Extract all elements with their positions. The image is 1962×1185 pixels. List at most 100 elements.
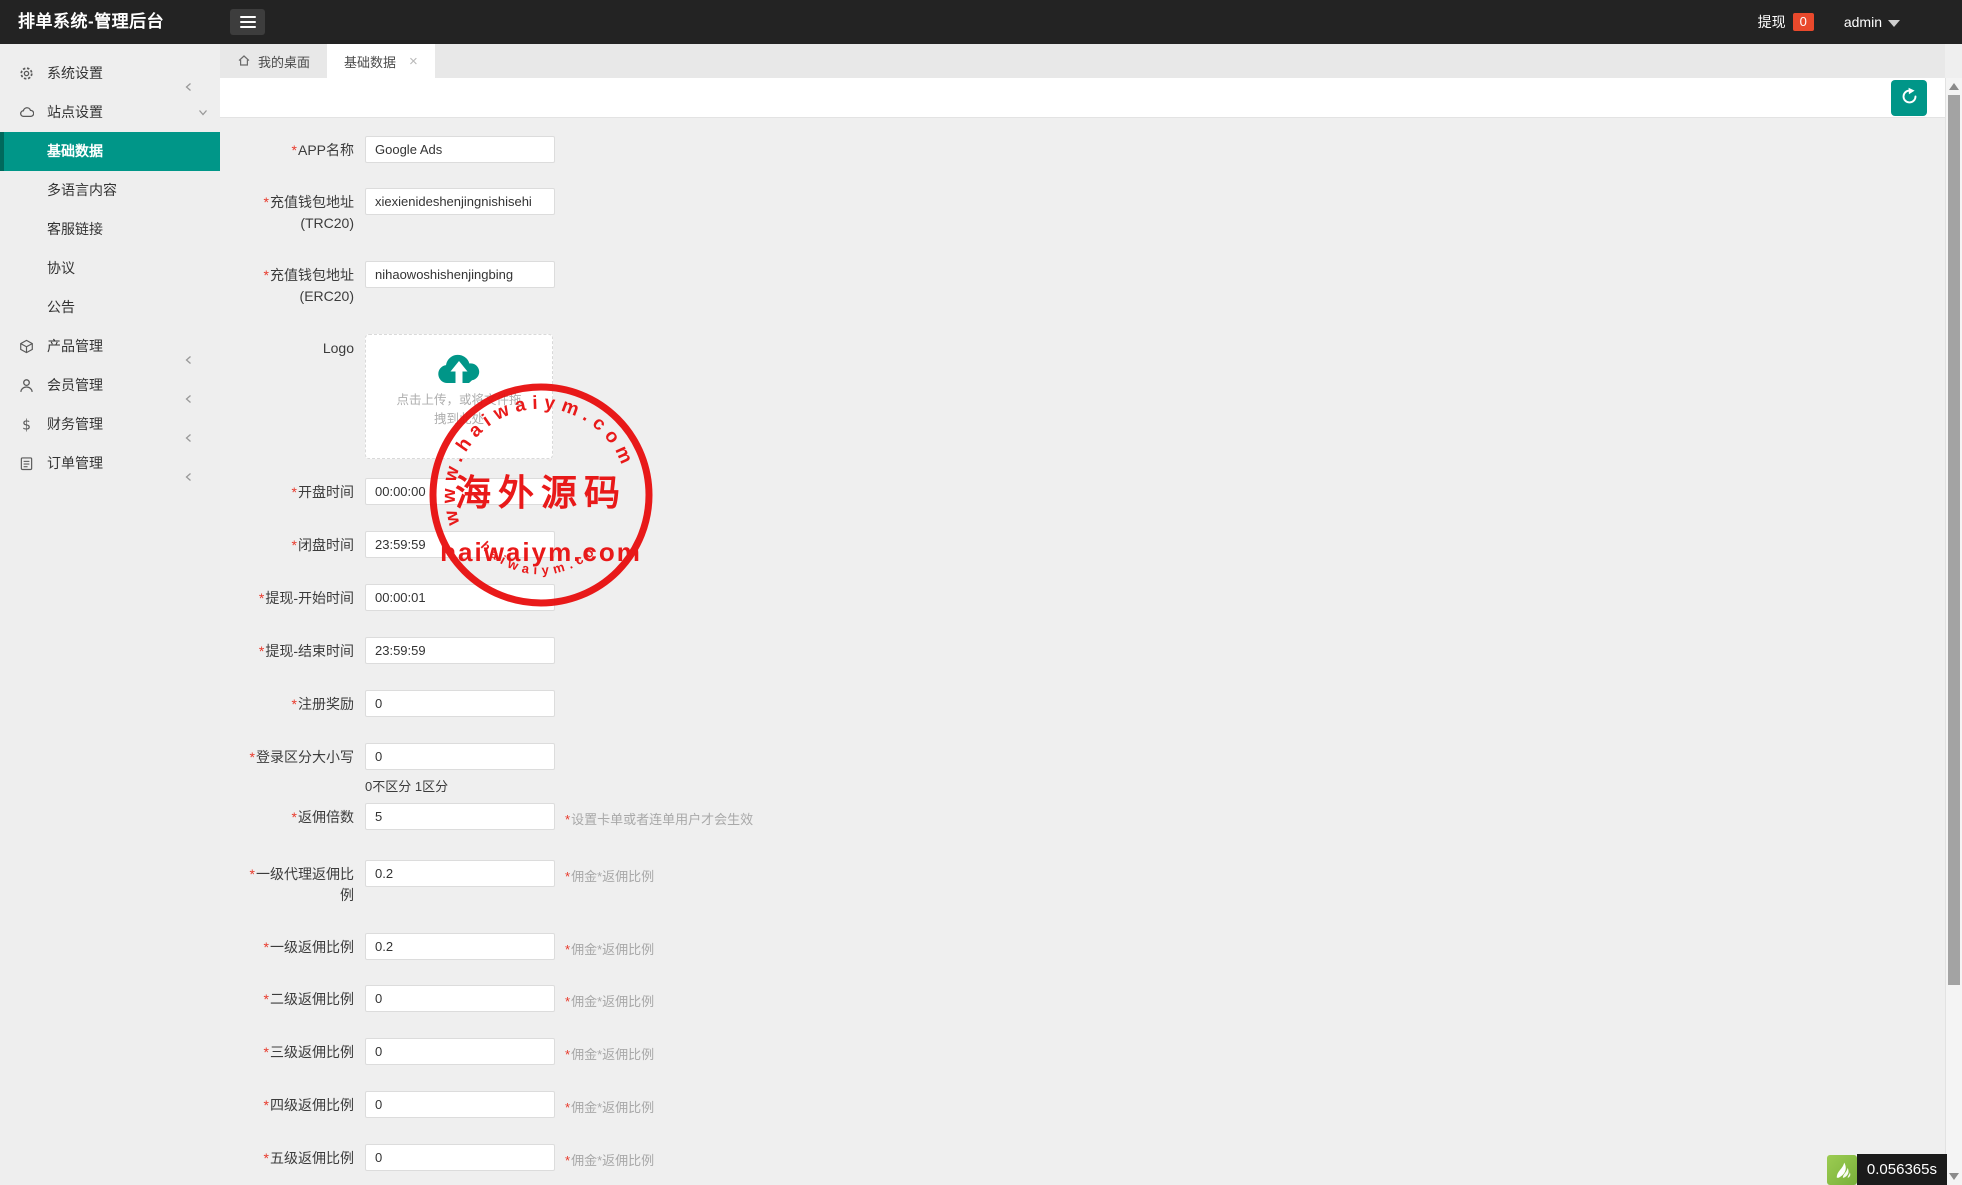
trc20-wallet-address-input[interactable] [365,188,555,215]
required-mark: * [264,1044,269,1060]
chevron-left-icon [184,458,194,468]
sidebar-item-agreement[interactable]: 协议 [0,249,220,288]
scrollbar-thumb[interactable] [1948,95,1960,985]
required-mark: * [250,866,255,882]
form-row-level2-rebate-ratio: *二级返佣比例 *佣金*返佣比例 [220,985,1120,1017]
level5-rebate-ratio-input[interactable] [365,1144,555,1171]
withdraw-end-time-input[interactable] [365,637,555,664]
sidebar-item-member-management[interactable]: 会员管理 [0,366,220,405]
sidebar-item-label: 产品管理 [47,327,103,366]
sidebar-item-site-settings[interactable]: 站点设置 [0,93,220,132]
erc20-wallet-address-input[interactable] [365,261,555,288]
sidebar-item-label: 客服链接 [47,210,103,249]
form-row-level3-rebate-ratio: *三级返佣比例 *佣金*返佣比例 [220,1038,1120,1070]
required-mark: * [250,749,255,765]
required-mark: * [264,1150,269,1166]
form-row-level4-rebate-ratio: *四级返佣比例*佣金*返佣比例 [220,1091,1120,1123]
svg-text:$: $ [22,417,31,432]
scroll-up-arrow-icon[interactable] [1949,83,1959,90]
field-label: *登录区分大小写 [236,747,354,768]
level3-rebate-ratio-input[interactable] [365,1038,555,1065]
register-reward-input[interactable] [365,690,555,717]
field-label: *一级代理返佣比例 [236,864,354,906]
field-hint: *佣金*返佣比例 [565,991,654,1010]
withdraw-start-time-input[interactable] [365,584,555,611]
vertical-scrollbar[interactable] [1945,78,1962,1185]
field-label: *注册奖励 [236,694,354,715]
user-menu[interactable]: admin [1844,14,1900,30]
sidebar-item-customer-service-link[interactable]: 客服链接 [0,210,220,249]
chevron-down-icon [184,107,194,117]
finance-icon: $ [19,417,34,432]
sidebar-item-product-management[interactable]: 产品管理 [0,327,220,366]
app-name-input[interactable] [365,136,555,163]
sidebar-item-basic-data[interactable]: 基础数据 [0,132,220,171]
sidebar-item-system-settings[interactable]: 系统设置 [0,54,220,93]
tab-label: 基础数据 [344,52,396,71]
close-time-input[interactable] [365,531,555,558]
tab-label: 我的桌面 [258,52,310,71]
field-hint: *佣金*返佣比例 [565,1044,654,1063]
tab-bar: 我的桌面 基础数据 × [220,44,1945,78]
rebate-multiplier-input[interactable] [365,803,555,830]
field-label: *提现-开始时间 [236,588,354,609]
sidebar-item-announcement[interactable]: 公告 [0,288,220,327]
upload-hint-line1: 点击上传，或将文件拖 [366,391,552,410]
page-render-time: 0.056365s [1857,1154,1947,1185]
level1-agent-rebate-ratio-input[interactable] [365,860,555,887]
close-tab-icon[interactable]: × [409,53,418,70]
field-hint: *佣金*返佣比例 [565,866,654,885]
topbar-right: 提现 0 admin [1758,0,1900,44]
required-mark: * [292,537,297,553]
required-mark: * [292,142,297,158]
withdraw-link[interactable]: 提现 0 [1758,12,1814,32]
field-hint: *佣金*返佣比例 [565,1150,654,1169]
tab-basic-data[interactable]: 基础数据 × [327,44,435,78]
field-label: *二级返佣比例 [236,989,354,1010]
field-label: *一级返佣比例 [236,937,354,958]
required-mark: * [264,991,269,1007]
sidebar-item-label: 公告 [47,288,75,327]
field-label: *充值钱包地址(TRC20) [236,192,354,234]
product-icon [19,339,34,354]
chevron-left-icon [184,341,194,351]
form-row-register-reward: *注册奖励 [220,690,1120,722]
level4-rebate-ratio-input[interactable] [365,1091,555,1118]
required-mark: * [259,643,264,659]
sidebar-item-multi-language[interactable]: 多语言内容 [0,171,220,210]
required-mark: * [264,267,269,283]
level1-rebate-ratio-input[interactable] [365,933,555,960]
login-case-sensitive-input[interactable] [365,743,555,770]
hamburger-icon [240,16,256,18]
status-bar: 0.056365s [1827,1154,1947,1185]
field-label: *闭盘时间 [236,535,354,556]
refresh-icon [1900,87,1919,109]
field-label: *三级返佣比例 [236,1042,354,1063]
form-row-close-time: *闭盘时间 [220,531,1120,563]
level2-rebate-ratio-input[interactable] [365,985,555,1012]
open-time-input[interactable] [365,478,555,505]
refresh-button[interactable] [1891,80,1927,116]
field-hint: *佣金*返佣比例 [565,1097,654,1116]
username: admin [1844,14,1882,30]
sidebar-item-label: 会员管理 [47,366,103,405]
form-row-rebate-multiplier: *返佣倍数*设置卡单或者连单用户才会生效 [220,803,1120,835]
sidebar-item-order-management[interactable]: 订单管理 [0,444,220,483]
sidebar-item-label: 站点设置 [47,93,103,132]
form-row-app-name: *APP名称 [220,136,1120,168]
order-icon [19,456,34,471]
scroll-down-arrow-icon[interactable] [1949,1173,1959,1180]
chevron-left-icon [184,380,194,390]
field-label: *APP名称 [236,140,354,161]
field-label: *开盘时间 [236,482,354,503]
tab-my-desktop[interactable]: 我的桌面 [220,44,327,78]
form-row-level1-agent-rebate-ratio: *一级代理返佣比例*佣金*返佣比例 [220,860,1120,892]
field-subhint: 0不区分 1区分 [365,776,448,795]
required-mark: * [259,590,264,606]
sidebar-item-label: 多语言内容 [47,171,117,210]
logo-upload-dropzone[interactable]: 点击上传，或将文件拖拽到此处 [365,334,553,459]
sidebar-item-finance-management[interactable]: $财务管理 [0,405,220,444]
form-row-withdraw-start-time: *提现-开始时间 [220,584,1120,616]
menu-toggle-button[interactable] [230,9,265,35]
form-row-login-case-sensitive: *登录区分大小写0不区分 1区分 [220,743,1120,775]
